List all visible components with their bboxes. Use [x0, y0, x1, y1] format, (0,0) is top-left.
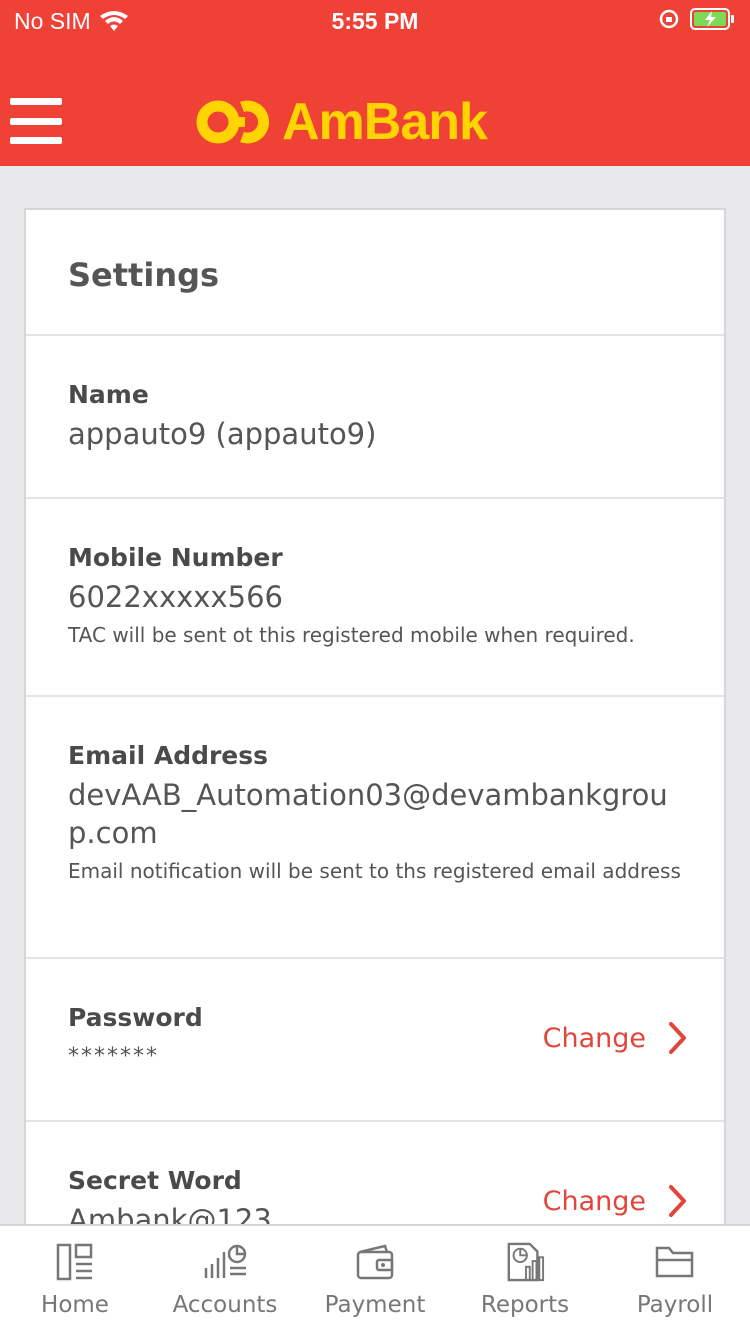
change-password-button[interactable]: Change: [543, 1021, 688, 1055]
change-secret-word-button[interactable]: Change: [543, 1184, 688, 1218]
hamburger-menu-icon[interactable]: [10, 98, 62, 144]
mobile-label: Mobile Number: [68, 543, 283, 572]
tab-accounts[interactable]: Accounts: [150, 1226, 300, 1334]
mobile-note: TAC will be sent ot this registered mobi…: [68, 623, 635, 647]
folder-icon: [655, 1246, 694, 1278]
wallet-icon: [356, 1244, 394, 1280]
battery-icon: [690, 8, 734, 30]
settings-card: Settings Name appauto9 (appauto9) Mobile…: [24, 208, 726, 1228]
logo-text: AmBank: [282, 93, 488, 151]
status-bar: No SIM 5:55 PM: [0, 0, 750, 42]
name-row: Name appauto9 (appauto9): [26, 336, 724, 499]
status-right: [658, 7, 736, 31]
accounts-icon: [204, 1244, 247, 1278]
tab-payment-label: Payment: [324, 1292, 426, 1318]
ambank-logo: AmBank: [196, 93, 488, 151]
status-time: 5:55 PM: [331, 8, 419, 34]
email-value: devAAB_Automation03@devambankgrou p.com: [68, 776, 724, 852]
change-secret-word-label: Change: [542, 1185, 646, 1217]
tab-home[interactable]: Home: [0, 1226, 150, 1334]
tab-home-label: Home: [41, 1292, 109, 1318]
email-row: Email Address devAAB_Automation03@devamb…: [26, 697, 724, 959]
home-icon: [56, 1243, 93, 1281]
tab-payment[interactable]: Payment: [300, 1226, 450, 1334]
tab-reports[interactable]: Reports: [450, 1226, 600, 1334]
change-password-label: Change: [542, 1022, 646, 1054]
secret-word-row[interactable]: Secret Word Ambank@123 Change: [26, 1122, 724, 1226]
tab-accounts-label: Accounts: [172, 1292, 278, 1318]
tab-payroll-label: Payroll: [636, 1292, 714, 1318]
email-note: Email notification will be sent to ths r…: [68, 859, 681, 883]
name-label: Name: [68, 380, 149, 409]
page-title: Settings: [26, 210, 724, 336]
chevron-right-icon: [669, 1185, 686, 1217]
tab-reports-label: Reports: [480, 1292, 570, 1318]
ambank-symbol-icon: [196, 100, 269, 144]
report-icon: [507, 1242, 545, 1282]
rotation-lock-icon: [659, 9, 679, 29]
email-label: Email Address: [68, 741, 269, 770]
tab-payroll[interactable]: Payroll: [600, 1226, 750, 1334]
password-row[interactable]: Password ******* Change: [26, 959, 724, 1122]
chevron-right-icon: [669, 1022, 686, 1054]
bottom-tab-bar: Home Accounts Payment Reports Payroll: [0, 1224, 750, 1334]
app-header: No SIM 5:55 PM AmBank: [0, 0, 750, 166]
email-value-line1: devAAB_Automation03@devambankgrou: [68, 778, 668, 812]
name-value: appauto9 (appauto9): [68, 417, 377, 451]
mobile-value: 6022xxxxx566: [68, 580, 283, 614]
mobile-row: Mobile Number 6022xxxxx566 TAC will be s…: [26, 499, 724, 697]
email-value-line2: p.com: [68, 816, 158, 850]
